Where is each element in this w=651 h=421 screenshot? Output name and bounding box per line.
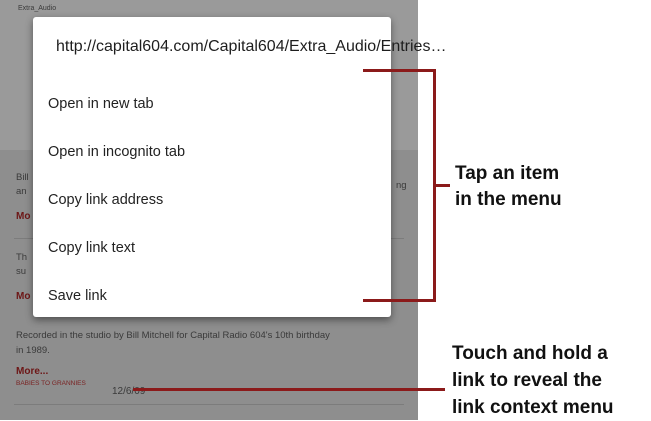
callout-menu-hint: Tap an item in the menu [455, 161, 562, 213]
bg-line: su [16, 266, 27, 277]
link-url: http://capital604.com/Capital604/Extra_A… [56, 38, 447, 55]
callout-menu-hint-line2: in the menu [455, 189, 562, 210]
more-link[interactable]: More... [16, 366, 48, 377]
menu-item-open-new-tab[interactable]: Open in new tab [48, 86, 378, 122]
bg-line: ng [396, 180, 407, 191]
bg-line: Bill [16, 172, 29, 183]
callout-bracket-tick [436, 184, 450, 187]
recorded-text-line-1: Recorded in the studio by Bill Mitchell … [16, 330, 330, 341]
callout-menu-hint-line1: Tap an item [455, 163, 560, 184]
recorded-text-line-2: in 1989. [16, 345, 50, 356]
callout-bracket-bottom [363, 299, 435, 302]
callout-hold-hint-line1: Touch and hold a [452, 343, 608, 364]
page-header-snippet: Extra_Audio [18, 5, 57, 12]
menu-item-save-link[interactable]: Save link [48, 278, 378, 314]
bg-more-link[interactable]: Mo [16, 291, 30, 302]
divider [14, 404, 404, 405]
menu-item-copy-link-address[interactable]: Copy link address [48, 182, 378, 218]
callout-hold-hint-line2: link to reveal the [452, 370, 602, 391]
bg-line: Th [16, 252, 28, 263]
bg-more-link[interactable]: Mo [16, 211, 30, 222]
menu-item-open-incognito-tab[interactable]: Open in incognito tab [48, 134, 378, 170]
callout-pointer-line [133, 388, 445, 391]
bg-line: an [16, 186, 27, 197]
callout-hold-hint: Touch and hold a link to reveal the link… [452, 340, 614, 421]
callout-bracket-top [363, 69, 435, 72]
callout-hold-hint-line3: link context menu [452, 397, 614, 418]
menu-item-copy-link-text[interactable]: Copy link text [48, 230, 378, 266]
category-label: BABIES TO GRANNIES [16, 380, 86, 387]
link-context-menu: http://capital604.com/Capital604/Extra_A… [33, 17, 447, 317]
